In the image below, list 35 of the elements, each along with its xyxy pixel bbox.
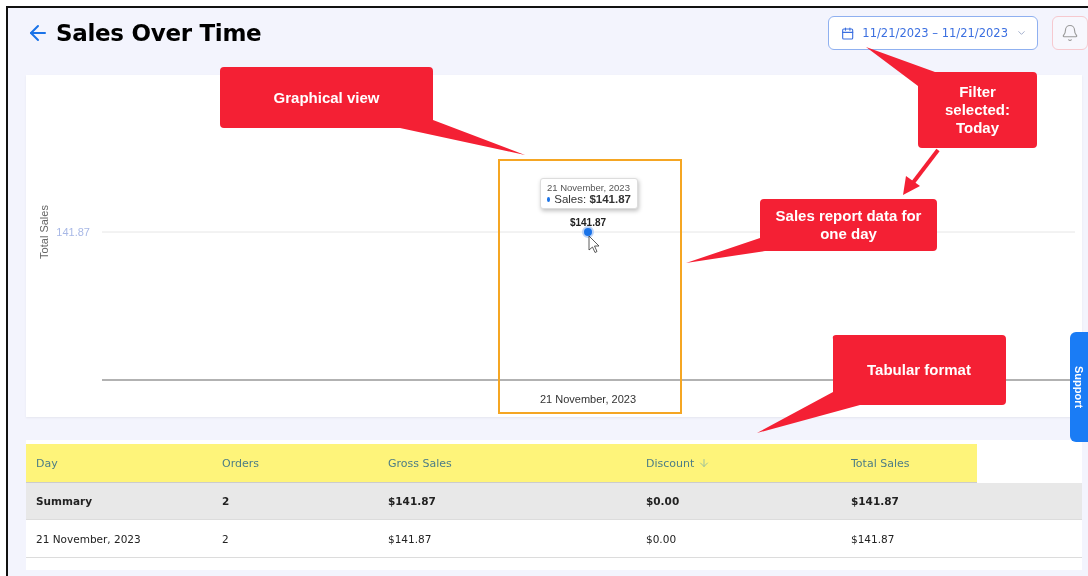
callout-text: Sales report data for one day	[774, 207, 923, 243]
column-header[interactable]: Day	[26, 456, 212, 470]
table-cell-text: $0.00	[645, 495, 681, 507]
x-tick-label: 21 November, 2023	[540, 393, 636, 405]
column-header[interactable]: Orders	[212, 456, 378, 470]
axis-title: Total Sales	[38, 205, 50, 259]
callout-text: Graphical view	[273, 88, 380, 107]
y-tick-label: 141.87	[56, 226, 90, 238]
column-header[interactable]: Gross Sales	[378, 456, 636, 470]
table-cell-text: 2	[221, 495, 231, 507]
tooltip-date: 21 November, 2023	[547, 182, 631, 193]
table-cell-text: Summary	[35, 495, 94, 507]
table-cell-text: $0.00	[645, 532, 678, 545]
date-range-picker[interactable]: 11/21/2023 – 11/21/2023	[828, 16, 1038, 50]
table-cell-text: $141.87	[850, 532, 896, 545]
callout-text: Filter selected: Today	[943, 83, 1011, 137]
table-cell-text: $141.87	[387, 495, 437, 507]
tooltip-value: Sales: $141.87	[554, 193, 631, 205]
sort-arrow-icon	[698, 457, 711, 469]
cursor-icon	[588, 235, 600, 253]
callout-text: Tabular format	[867, 361, 971, 379]
bell-icon	[1061, 24, 1079, 42]
series-dot-icon	[547, 196, 551, 202]
annotation-arrow	[903, 148, 940, 195]
data-label: $141.87	[569, 217, 607, 228]
table-cell-text: $141.87	[850, 495, 900, 507]
page-title: Sales Over Time	[56, 20, 263, 46]
table-cell-text: $141.87	[387, 532, 433, 545]
calendar-icon	[841, 24, 855, 42]
column-header[interactable]: Discount	[636, 456, 841, 470]
data-point[interactable]	[582, 226, 594, 238]
support-tab[interactable]: Support	[1070, 332, 1088, 442]
column-header[interactable]: Total Sales	[841, 456, 967, 470]
table-cell-text: 21 November, 2023	[35, 532, 142, 545]
table-cell-text: 2	[221, 532, 230, 545]
